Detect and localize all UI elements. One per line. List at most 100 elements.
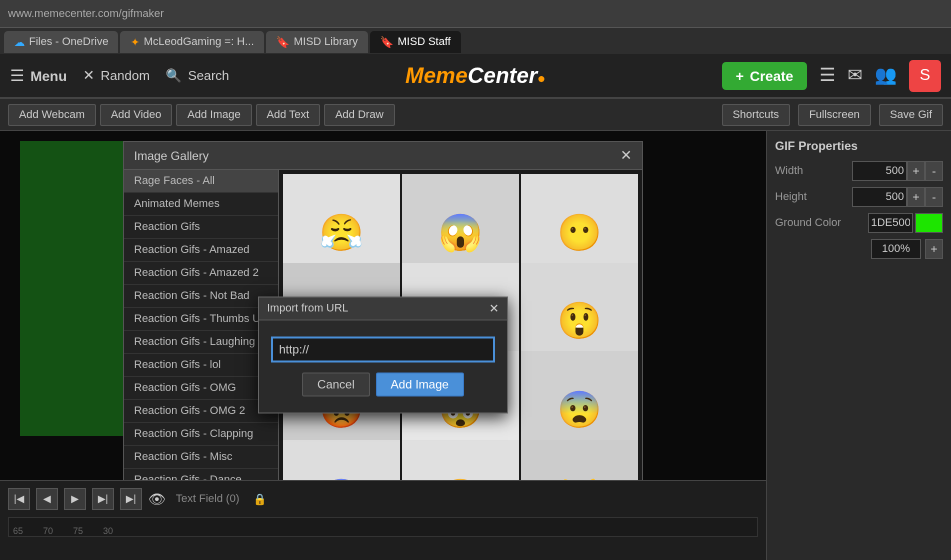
- hamburger-menu[interactable]: ☰ Menu: [10, 66, 67, 86]
- fullscreen-button[interactable]: Fullscreen: [798, 104, 871, 126]
- logo-text: MemeCenter●: [405, 63, 546, 89]
- create-label: Create: [750, 68, 794, 84]
- ruler-mark-3: 75: [73, 526, 83, 536]
- import-dialog-buttons: Cancel Add Image: [271, 372, 495, 396]
- tab-misd-library[interactable]: 🔖 MISD Library: [266, 31, 368, 53]
- tl-next[interactable]: ▶|: [92, 488, 114, 510]
- height-input[interactable]: [852, 187, 907, 207]
- panel-title: GIF Properties: [775, 139, 943, 153]
- category-item-12[interactable]: Reaction Gifs - Misc: [124, 446, 278, 469]
- category-item-8[interactable]: Reaction Gifs - lol: [124, 354, 278, 377]
- zoom-input[interactable]: [871, 239, 921, 259]
- tab-misd-staff[interactable]: 🔖 MISD Staff: [370, 31, 461, 53]
- height-buttons: + -: [907, 187, 943, 207]
- modal-close-button[interactable]: ✕: [620, 147, 632, 164]
- shortcuts-button[interactable]: Shortcuts: [722, 104, 790, 126]
- category-item-3[interactable]: Reaction Gifs - Amazed: [124, 239, 278, 262]
- random-label: Random: [101, 68, 150, 83]
- add-webcam-button[interactable]: Add Webcam: [8, 104, 96, 126]
- search-icon: 🔍: [166, 68, 182, 84]
- browser-url: www.memecenter.com/gifmaker: [8, 8, 164, 20]
- category-item-13[interactable]: Reaction Gifs - Dance: [124, 469, 278, 480]
- bgcolor-row: Ground Color: [775, 213, 943, 233]
- modal-title: Image Gallery: [134, 149, 209, 163]
- onedrive-icon: ☁: [14, 36, 25, 49]
- gallery-image-11[interactable]: 🐱: [521, 440, 638, 481]
- height-plus[interactable]: +: [907, 187, 925, 207]
- tab-label-onedrive: Files - OneDrive: [29, 36, 108, 48]
- tab-label-misd-library: MISD Library: [294, 36, 358, 48]
- import-cancel-button[interactable]: Cancel: [302, 372, 369, 396]
- import-url-input[interactable]: [271, 336, 495, 362]
- width-plus[interactable]: +: [907, 161, 925, 181]
- hamburger-icon: ☰: [10, 66, 24, 86]
- category-list[interactable]: Rage Faces - AllAnimated MemesReaction G…: [124, 170, 279, 480]
- category-item-10[interactable]: Reaction Gifs - OMG 2: [124, 400, 278, 423]
- gif-properties-panel: GIF Properties Width + - Height + -: [766, 131, 951, 560]
- menu-label: Menu: [30, 68, 67, 84]
- mail-icon-button[interactable]: ✉: [847, 65, 862, 86]
- gallery-image-10[interactable]: 😤: [402, 440, 519, 481]
- category-item-6[interactable]: Reaction Gifs - Thumbs Up: [124, 308, 278, 331]
- color-swatch[interactable]: [915, 213, 943, 233]
- gallery-image-9[interactable]: 😱: [283, 440, 400, 481]
- width-row: Width + -: [775, 161, 943, 181]
- tl-visibility[interactable]: 👁: [148, 491, 166, 508]
- category-item-9[interactable]: Reaction Gifs - OMG: [124, 377, 278, 400]
- add-draw-button[interactable]: Add Draw: [324, 104, 394, 126]
- category-item-7[interactable]: Reaction Gifs - Laughing: [124, 331, 278, 354]
- width-buttons: + -: [907, 161, 943, 181]
- random-button[interactable]: ✕ Random: [83, 67, 150, 84]
- modal-header: Image Gallery ✕: [124, 142, 642, 170]
- tl-play[interactable]: ▶: [64, 488, 86, 510]
- tl-prev[interactable]: ◀: [36, 488, 58, 510]
- tl-prev-start[interactable]: |◀: [8, 488, 30, 510]
- width-input[interactable]: [852, 161, 907, 181]
- tab-onedrive[interactable]: ☁ Files - OneDrive: [4, 31, 118, 53]
- main-toolbar: Add Webcam Add Video Add Image Add Text …: [0, 99, 951, 131]
- tab-mcleod[interactable]: ✦ McLeodGaming =: H...: [120, 31, 264, 53]
- menu-icon-button[interactable]: ☰: [819, 65, 835, 86]
- save-gif-button[interactable]: Save Gif: [879, 104, 943, 126]
- tl-next-end[interactable]: ▶|: [120, 488, 142, 510]
- add-image-button[interactable]: Add Image: [176, 104, 251, 126]
- bookmark-icon-library: 🔖: [276, 36, 290, 49]
- avatar-button[interactable]: S: [909, 60, 941, 92]
- canvas-content: Image Gallery ✕ Rage Faces - AllAnimated…: [0, 131, 766, 480]
- random-icon: ✕: [83, 67, 95, 84]
- import-dialog-title: Import from URL: [267, 302, 348, 314]
- timeline-ruler: 65 70 75 30: [8, 517, 758, 537]
- browser-tabs: ☁ Files - OneDrive ✦ McLeodGaming =: H..…: [0, 28, 951, 54]
- toolbar-right: Shortcuts Fullscreen Save Gif: [722, 104, 943, 126]
- width-control: + -: [852, 161, 943, 181]
- category-item-2[interactable]: Reaction Gifs: [124, 216, 278, 239]
- category-item-5[interactable]: Reaction Gifs - Not Bad: [124, 285, 278, 308]
- timeline-track-label: Text Field (0): [176, 493, 240, 505]
- category-item-4[interactable]: Reaction Gifs - Amazed 2: [124, 262, 278, 285]
- height-row: Height + -: [775, 187, 943, 207]
- bgcolor-input[interactable]: [868, 213, 913, 233]
- zoom-plus[interactable]: +: [925, 239, 943, 259]
- ruler-marks: 65 70 75 30: [9, 518, 757, 536]
- browser-address-bar: www.memecenter.com/gifmaker: [0, 0, 951, 28]
- create-button[interactable]: + Create: [722, 62, 808, 90]
- category-item-11[interactable]: Reaction Gifs - Clapping: [124, 423, 278, 446]
- search-label: Search: [188, 68, 229, 83]
- width-label: Width: [775, 165, 803, 177]
- height-control: + -: [852, 187, 943, 207]
- timeline: |◀ ◀ ▶ ▶| ▶| 👁 Text Field (0) 🔒 65 70 75…: [0, 480, 766, 560]
- height-minus[interactable]: -: [925, 187, 943, 207]
- add-video-button[interactable]: Add Video: [100, 104, 173, 126]
- import-add-button[interactable]: Add Image: [376, 372, 464, 396]
- category-item-1[interactable]: Animated Memes: [124, 193, 278, 216]
- category-item-0[interactable]: Rage Faces - All: [124, 170, 278, 193]
- image-gallery-modal: Image Gallery ✕ Rage Faces - AllAnimated…: [123, 141, 643, 480]
- users-icon-button[interactable]: 👥: [875, 65, 897, 86]
- add-text-button[interactable]: Add Text: [256, 104, 321, 126]
- height-label: Height: [775, 191, 807, 203]
- search-button[interactable]: 🔍 Search: [166, 68, 229, 84]
- import-close-button[interactable]: ✕: [489, 301, 499, 315]
- width-minus[interactable]: -: [925, 161, 943, 181]
- tab-label-mcleod: McLeodGaming =: H...: [144, 36, 254, 48]
- plus-icon: +: [736, 68, 744, 84]
